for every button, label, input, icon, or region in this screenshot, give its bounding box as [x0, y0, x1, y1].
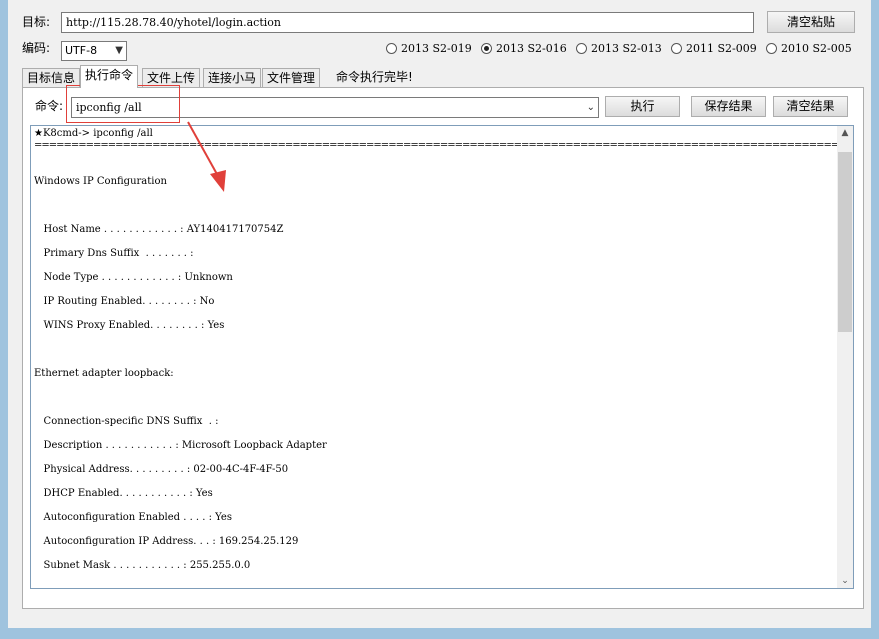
console-line: Connection-specific DNS Suffix . : — [34, 416, 219, 427]
radio-label: 2010 S2-005 — [781, 42, 852, 55]
radio-label: 2011 S2-009 — [686, 42, 757, 55]
radio-version-1[interactable]: 2013 S2-016 — [481, 42, 567, 55]
console-line: DHCP Enabled. . . . . . . . . . . : Yes — [34, 488, 213, 499]
radio-circle — [386, 43, 397, 54]
console-separator: ========================================… — [34, 140, 854, 151]
radio-label: 2013 S2-013 — [591, 42, 662, 55]
tab-file-manager[interactable]: 文件管理 — [262, 68, 321, 87]
radio-version-2[interactable]: 2013 S2-013 — [576, 42, 662, 55]
scroll-up-icon[interactable]: ▲ — [837, 128, 853, 138]
console-line: Autoconfiguration Enabled . . . . : Yes — [34, 512, 232, 523]
radio-version-0[interactable]: 2013 S2-019 — [386, 42, 472, 55]
radio-circle — [576, 43, 587, 54]
console-line: Primary Dns Suffix . . . . . . . : — [34, 248, 194, 259]
console-line: Description . . . . . . . . . . . : Micr… — [34, 440, 327, 451]
save-result-button[interactable]: 保存结果 — [691, 96, 766, 117]
target-label: 目标: — [22, 15, 51, 29]
status-text: 命令执行完毕! — [336, 70, 413, 84]
console-line: Subnet Mask . . . . . . . . . . . : 255.… — [34, 560, 251, 571]
radio-circle — [671, 43, 682, 54]
encoding-select[interactable]: UTF-8 ▼ — [61, 41, 127, 61]
clear-result-button[interactable]: 清空结果 — [773, 96, 848, 117]
chevron-down-icon: ▼ — [115, 45, 123, 56]
console-line: WINS Proxy Enabled. . . . . . . . : Yes — [34, 320, 225, 331]
radio-version-4[interactable]: 2010 S2-005 — [766, 42, 852, 55]
console-output[interactable]: ★K8cmd-> ipconfig /all =================… — [30, 125, 854, 589]
command-label: 命令: — [35, 99, 64, 113]
radio-label: 2013 S2-019 — [401, 42, 472, 55]
console-prompt: ★K8cmd-> ipconfig /all — [34, 128, 153, 139]
radio-label: 2013 S2-016 — [496, 42, 567, 55]
annotation-box — [66, 85, 180, 123]
console-line: Node Type . . . . . . . . . . . . : Unkn… — [34, 272, 233, 283]
console-line: Autoconfiguration IP Address. . . : 169.… — [34, 536, 299, 547]
tab-connect-shell[interactable]: 连接小马 — [203, 68, 262, 87]
target-url-input[interactable]: http://115.28.78.40/yhotel/login.action — [61, 12, 754, 33]
tab-exec-command[interactable]: 执行命令 — [80, 65, 139, 88]
encoding-value: UTF-8 — [65, 44, 98, 57]
app-window: 目标: http://115.28.78.40/yhotel/login.act… — [8, 0, 871, 628]
console-line: Host Name . . . . . . . . . . . . : AY14… — [34, 224, 284, 235]
clear-paste-button[interactable]: 清空粘贴 — [767, 11, 855, 33]
encoding-label: 编码: — [22, 41, 51, 55]
console-line: Physical Address. . . . . . . . . : 02-0… — [34, 464, 289, 475]
scrollbar-thumb[interactable] — [838, 152, 852, 332]
annotation-arrow-icon — [187, 121, 226, 192]
vertical-scrollbar[interactable]: ▲ ⌄ — [837, 126, 853, 588]
scroll-down-icon[interactable]: ⌄ — [837, 576, 853, 586]
radio-circle — [766, 43, 777, 54]
radio-version-3[interactable]: 2011 S2-009 — [671, 42, 757, 55]
chevron-down-icon: ⌄ — [586, 102, 595, 113]
execute-button[interactable]: 执行 — [605, 96, 680, 117]
console-line: Windows IP Configuration — [34, 176, 167, 187]
console-line: Ethernet adapter loopback: — [34, 368, 174, 379]
radio-circle-selected — [481, 43, 492, 54]
console-line: IP Routing Enabled. . . . . . . . : No — [34, 296, 215, 307]
